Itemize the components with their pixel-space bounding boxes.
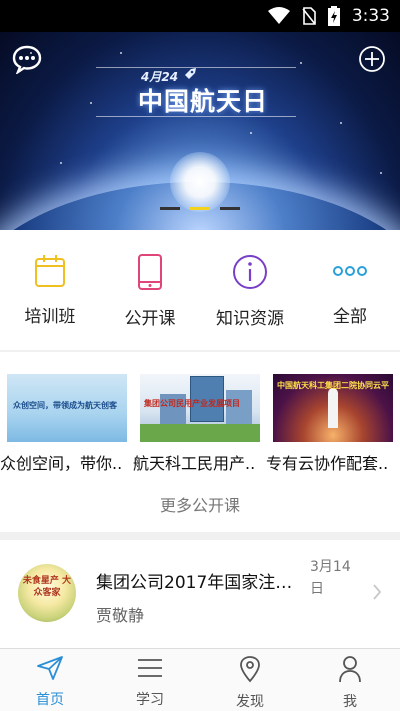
- nav-discover[interactable]: 发现: [200, 649, 300, 711]
- nav-label: 首页: [36, 692, 64, 708]
- battery-charging-icon: [327, 6, 340, 26]
- status-bar: 3:33: [0, 0, 400, 32]
- quick-item-label: 全部: [333, 307, 367, 327]
- news-title: 集团公司2017年国家注册...: [96, 573, 302, 593]
- sunrise-glow: [170, 152, 230, 212]
- nav-study[interactable]: 学习: [100, 649, 200, 711]
- course-thumbnail-text: 集团公司民用产业发展项目: [144, 399, 240, 408]
- quick-item-label: 知识资源: [216, 309, 284, 329]
- nav-label: 学习: [136, 692, 164, 708]
- course-thumbnail: 众创空间，带领成为航天创客: [7, 374, 127, 442]
- list-item[interactable]: 未食星产 大众客家 集团公司2017年国家注册... 贾敬静 3月14日: [0, 540, 400, 648]
- carousel-dot[interactable]: [220, 207, 240, 210]
- course-thumbnail: 集团公司民用产业发展项目: [140, 374, 260, 442]
- location-pin-icon: [238, 655, 262, 687]
- status-time: 3:33: [351, 6, 390, 26]
- course-card[interactable]: 中国航天科工集团二院协同云平台 专有云协作配套..: [266, 374, 399, 474]
- nav-label: 发现: [236, 694, 264, 710]
- no-sim-icon: [302, 7, 316, 25]
- quick-item-knowledge[interactable]: 知识资源: [200, 230, 300, 350]
- course-thumbnail-text: 众创空间，带领成为航天创客: [13, 401, 117, 410]
- menu-icon: [136, 655, 164, 685]
- chevron-right-icon: [372, 584, 382, 604]
- nav-me[interactable]: 我: [300, 649, 400, 711]
- quick-item-label: 培训班: [24, 307, 76, 327]
- quick-item-training[interactable]: 培训班: [0, 230, 100, 350]
- quick-item-open-course[interactable]: 公开课: [100, 230, 200, 350]
- more-icon: [333, 254, 367, 288]
- more-courses-link[interactable]: 更多公开课: [0, 492, 400, 516]
- nav-home[interactable]: 首页: [0, 649, 100, 711]
- quick-item-all[interactable]: 全部: [300, 230, 400, 350]
- carousel-dot[interactable]: [160, 207, 180, 210]
- course-thumbnail-text: 中国航天科工集团二院协同云平台: [277, 381, 389, 390]
- course-card[interactable]: 众创空间，带领成为航天创客 众创空间，带你..: [0, 374, 133, 474]
- send-icon: [36, 655, 64, 685]
- course-name: 专有云协作配套..: [266, 454, 389, 473]
- app-screen: 3:33 4月24 中国航天日 培训班 公开课 知识资源 全部 众创空间，带领成…: [0, 0, 400, 711]
- course-card[interactable]: 集团公司民用产业发展项目 航天科工民用产..: [133, 374, 266, 474]
- quick-menu: 培训班 公开课 知识资源 全部: [0, 230, 400, 350]
- carousel-dot-active[interactable]: [190, 207, 210, 210]
- course-name: 航天科工民用产..: [133, 454, 256, 473]
- person-icon: [338, 655, 362, 687]
- banner-carousel[interactable]: 4月24 中国航天日: [0, 32, 400, 230]
- chat-icon[interactable]: [12, 44, 42, 76]
- news-date: 3月14日: [310, 559, 351, 597]
- course-thumbnail: 中国航天科工集团二院协同云平台: [273, 374, 393, 442]
- banner-title: 中国航天日: [138, 87, 269, 116]
- phone-icon: [137, 254, 163, 290]
- calendar-icon: [34, 254, 66, 288]
- nav-label: 我: [343, 694, 357, 710]
- info-icon: [232, 254, 268, 290]
- course-name: 众创空间，带你..: [0, 454, 123, 473]
- add-icon[interactable]: [358, 45, 386, 73]
- news-thumbnail: 未食星产 大众客家: [18, 564, 76, 622]
- news-author: 贾敬静: [96, 606, 145, 625]
- quick-item-label: 公开课: [124, 309, 176, 329]
- public-courses-section: 众创空间，带领成为航天创客 众创空间，带你.. 集团公司民用产业发展项目 航天科…: [0, 352, 400, 532]
- bottom-nav: 首页 学习 发现 我: [0, 648, 400, 711]
- news-thumbnail-text: 未食星产 大众客家: [22, 576, 72, 598]
- carousel-indicator: [160, 207, 240, 210]
- wifi-icon: [267, 7, 290, 25]
